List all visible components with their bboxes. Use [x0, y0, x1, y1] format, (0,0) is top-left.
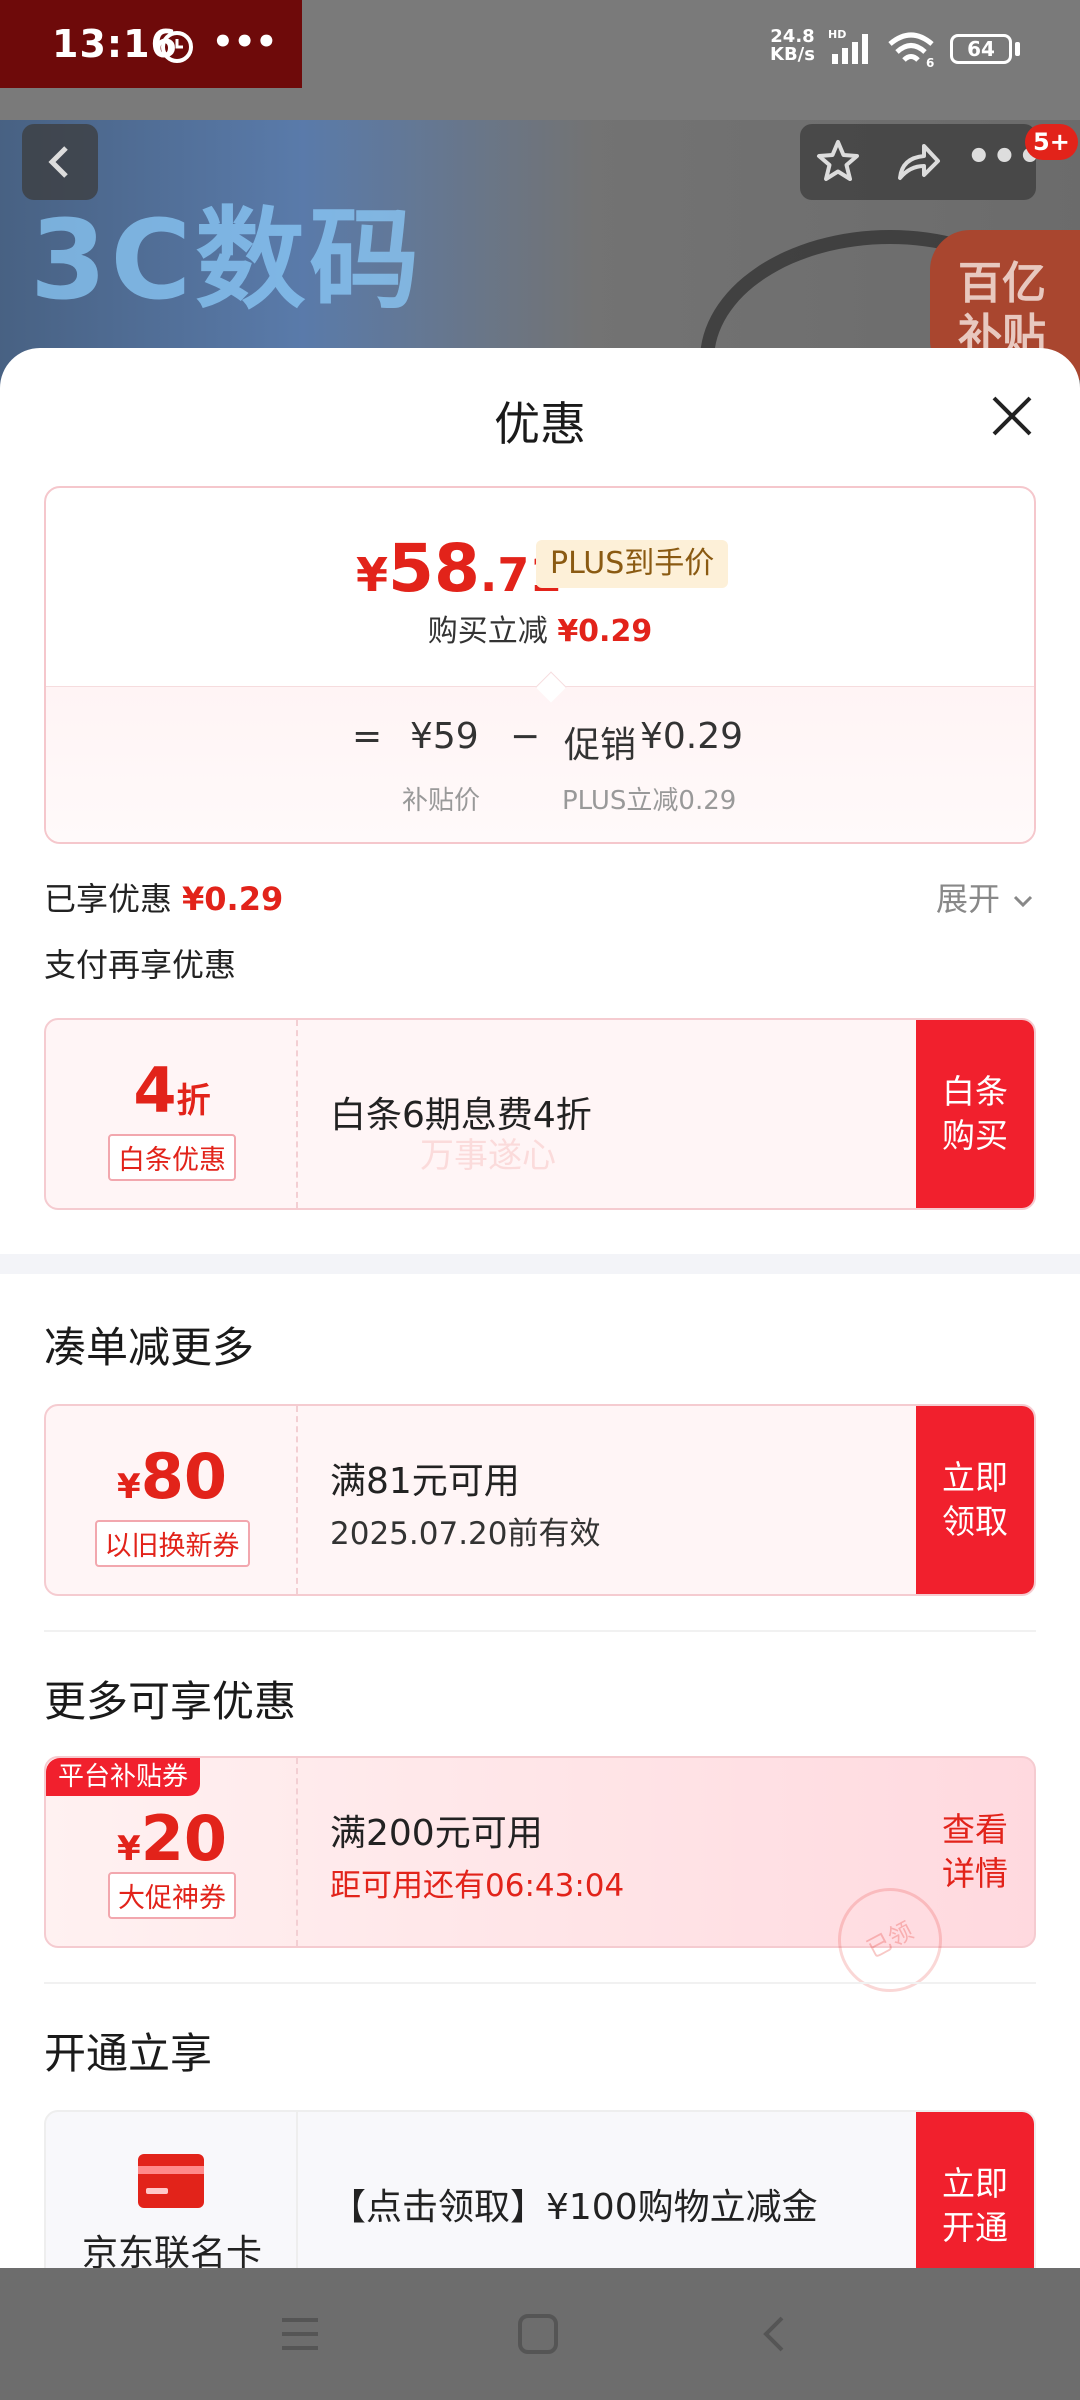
button-line1: 立即 — [942, 1458, 1008, 1497]
final-price-integer: 58 — [388, 530, 480, 607]
coupon-tag: 以旧换新券 — [46, 1520, 298, 1567]
card-name: 京东联名卡 — [81, 2233, 262, 2268]
svg-text:6: 6 — [926, 56, 934, 68]
chevron-down-icon — [1014, 895, 1033, 908]
network-speed-unit: KB/s — [770, 44, 815, 65]
section-title-open: 开通立享 — [44, 2029, 213, 2078]
coupon-amount: 80 — [140, 1440, 227, 1513]
platform-subsidy-tag: 平台补贴券 — [46, 1758, 201, 1796]
equals-sign: = — [352, 716, 383, 757]
credit-card-icon — [138, 2154, 204, 2208]
button-line2: 购买 — [942, 1116, 1008, 1155]
back-button[interactable] — [22, 124, 98, 200]
star-icon[interactable] — [812, 136, 864, 188]
more-dots-icon: ••• — [212, 22, 278, 62]
baitiao-coupon[interactable]: 4折 白条优惠 白条6期息费4折 白条 购买 — [44, 1018, 1036, 1210]
coupon-left: 京东联名卡 — [46, 2112, 298, 2268]
coupon-validity: 2025.07.20前有效 — [330, 1516, 601, 1552]
coupon-currency: ¥ — [117, 1467, 141, 1507]
instant-cut-label: 购买立减 — [427, 614, 548, 649]
coupon-title: 满200元可用 — [330, 1813, 543, 1854]
section-title-more: 更多可享优惠 — [44, 1677, 297, 1726]
section-title-combine: 凑单减更多 — [44, 1323, 255, 1372]
baitiao-buy-button[interactable]: 白条 购买 — [916, 1020, 1034, 1208]
enjoyed-label: 已享优惠 — [44, 880, 173, 918]
coupon-countdown: 距可用还有06:43:04 — [330, 1868, 625, 1904]
close-icon[interactable] — [986, 390, 1038, 442]
base-price-label: 补贴价 — [402, 786, 481, 816]
instant-cut: 购买立减 ¥0.29 — [46, 606, 1034, 650]
coupon-left: 4折 白条优惠 — [46, 1020, 298, 1208]
button-line1: 查看 — [942, 1810, 1008, 1849]
button-line2: 详情 — [942, 1854, 1008, 1893]
coupon-title: 满81元可用 — [330, 1461, 520, 1502]
button-line1: 立即 — [942, 2164, 1008, 2203]
coupon-tag-text: 以旧换新券 — [94, 1520, 250, 1567]
divider — [44, 1982, 1036, 1984]
coupon-amount: 20 — [140, 1802, 227, 1875]
final-price: ¥58.71 — [356, 530, 561, 607]
battery-indicator: 64 — [950, 34, 1012, 64]
home-icon[interactable] — [514, 2310, 562, 2358]
instant-cut-value: ¥0.29 — [557, 614, 653, 649]
section-gap — [0, 1254, 1080, 1274]
promo-value: ¥0.29 — [640, 716, 744, 757]
network-speed: 24.8 KB/s — [770, 28, 815, 64]
chevron-left-icon — [48, 146, 68, 178]
share-icon[interactable] — [892, 136, 944, 188]
button-line2: 领取 — [942, 1502, 1008, 1541]
final-price-currency: ¥ — [356, 548, 389, 602]
coupon-value: 4折 — [46, 1054, 298, 1127]
jd-cobrand-card[interactable]: 京东联名卡 【点击领取】¥100购物立减金 立即开通 — [44, 2110, 1036, 2268]
trade-in-coupon[interactable]: ¥80 以旧换新券 满81元可用 2025.07.20前有效 立即领取 — [44, 1404, 1036, 1596]
back-icon[interactable] — [752, 2310, 800, 2358]
signal-icon: HD — [828, 28, 868, 64]
coupon-value: ¥20 — [46, 1802, 298, 1875]
coupon-discount-suffix: 折 — [176, 1081, 211, 1121]
button-line2: 开通 — [942, 2208, 1008, 2247]
plus-price-tag: PLUS到手价 — [536, 540, 729, 588]
expand-label: 展开 — [936, 880, 1001, 918]
open-now-button[interactable]: 立即 开通 — [916, 2112, 1034, 2268]
promo-label: 促销 — [564, 725, 637, 766]
notification-badge: 5+ — [1025, 124, 1078, 160]
sheet-title: 优惠 — [494, 397, 586, 451]
system-nav-bar — [0, 2268, 1080, 2400]
coupon-tag: 大促神券 — [46, 1872, 298, 1919]
subsidy-badge-text: 百亿 补贴 — [942, 258, 1062, 362]
coupon-left: ¥80 以旧换新券 — [46, 1406, 298, 1594]
coupon-tag: 白条优惠 — [46, 1134, 298, 1181]
minus-sign: − — [510, 716, 541, 757]
watermark: 万事遂心 — [420, 1136, 556, 1176]
card-offer: 【点击领取】¥100购物立减金 — [330, 2187, 818, 2228]
status-bar: 13:16 ••• 24.8 KB/s HD 6 64 — [0, 0, 1080, 88]
menu-icon[interactable] — [278, 2312, 322, 2356]
button-line1: 白条 — [942, 1072, 1008, 1111]
promo-sub-label: PLUS立减0.29 — [562, 786, 737, 816]
wifi-icon: 6 — [888, 32, 934, 68]
coupon-tag-text: 白条优惠 — [108, 1134, 236, 1181]
battery-tip — [1015, 42, 1020, 56]
price-calculation: = ¥59 − 促销 ¥0.29 — [46, 716, 1034, 766]
svg-text:HD: HD — [828, 28, 846, 41]
enjoyed-discount: 已享优惠 ¥0.29 — [44, 874, 283, 920]
enjoyed-value: ¥0.29 — [182, 880, 284, 918]
divider — [44, 1630, 1036, 1632]
subsidy-badge-line1: 百亿 — [958, 258, 1046, 309]
coupon-currency: ¥ — [117, 1829, 141, 1869]
coupon-value: ¥80 — [46, 1440, 298, 1513]
price-breakdown-card: ¥58.71 PLUS到手价 购买立减 ¥0.29 = ¥59 − 促销 ¥0.… — [44, 486, 1036, 844]
coupon-discount-number: 4 — [133, 1054, 177, 1127]
discount-sheet: 优惠 ¥58.71 PLUS到手价 购买立减 ¥0.29 = ¥59 − 促销 … — [0, 348, 1080, 2268]
claim-button[interactable]: 立即 领取 — [916, 1406, 1034, 1594]
pay-more-label: 支付再享优惠 — [44, 946, 237, 984]
coupon-tag-text: 大促神券 — [108, 1872, 236, 1919]
base-price: ¥59 — [410, 716, 479, 757]
expand-toggle[interactable]: 展开 — [936, 874, 1036, 920]
top-actions: ••• — [800, 124, 1043, 200]
clock-icon — [161, 31, 193, 63]
